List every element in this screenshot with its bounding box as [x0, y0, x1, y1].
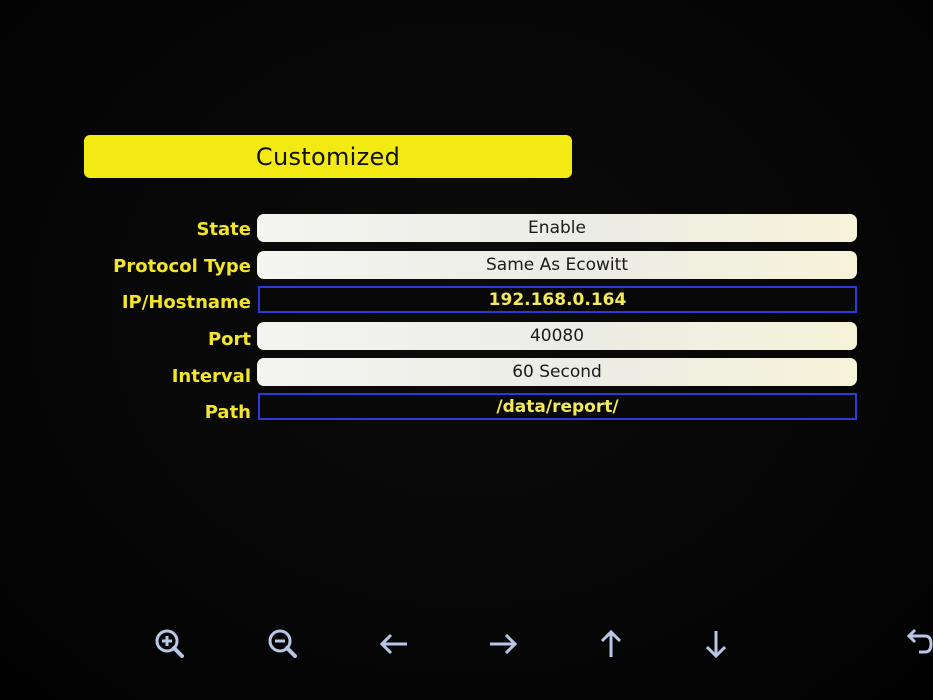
state-label: State: [196, 219, 251, 240]
arrow-up-icon: [600, 629, 622, 657]
interval-label: Interval: [171, 366, 251, 387]
device-screen: Customized State Enable Protocol Type Sa…: [0, 0, 933, 700]
arrow-up-button[interactable]: [589, 622, 633, 666]
ip-hostname-input[interactable]: 192.168.0.164: [258, 286, 857, 313]
protocol-type-label: Protocol Type: [113, 256, 251, 277]
page-title: Customized: [255, 142, 401, 171]
zoom-in-button[interactable]: [148, 622, 192, 666]
interval-select[interactable]: 60 Second: [257, 358, 857, 386]
arrow-right-icon: [490, 633, 518, 655]
arrow-down-icon: [705, 631, 727, 659]
title-bar: Customized: [84, 135, 572, 178]
zoom-out-icon: [268, 629, 297, 658]
return-icon: [906, 628, 933, 654]
return-button[interactable]: [899, 622, 933, 666]
port-label: Port: [207, 329, 251, 350]
path-input[interactable]: /data/report/: [258, 393, 857, 420]
path-label: Path: [204, 402, 251, 423]
zoom-out-button[interactable]: [261, 622, 305, 666]
arrow-left-icon: [379, 633, 407, 655]
arrow-down-button[interactable]: [694, 622, 738, 666]
port-input[interactable]: 40080: [257, 322, 857, 350]
arrow-right-button[interactable]: [481, 622, 525, 666]
ip-hostname-label: IP/Hostname: [121, 292, 251, 313]
state-select[interactable]: Enable: [257, 214, 857, 242]
protocol-type-select[interactable]: Same As Ecowitt: [257, 251, 857, 279]
zoom-in-icon: [155, 629, 184, 658]
arrow-left-button[interactable]: [372, 622, 416, 666]
